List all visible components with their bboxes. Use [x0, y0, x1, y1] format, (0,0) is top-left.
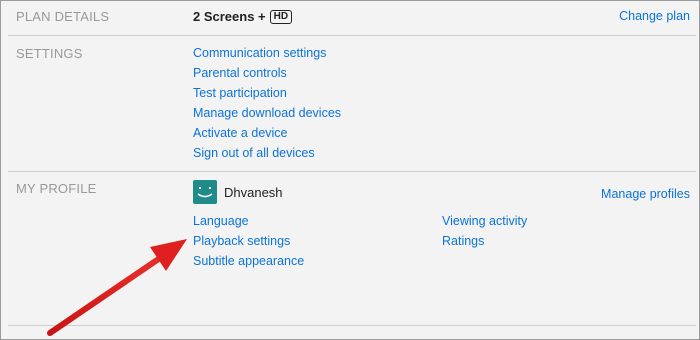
profile-name: Dhvanesh [224, 185, 283, 200]
manage-download-devices-link[interactable]: Manage download devices [193, 106, 341, 120]
smiley-avatar-icon [197, 187, 213, 198]
test-participation-link[interactable]: Test participation [193, 86, 287, 100]
page-frame [0, 0, 700, 340]
my-profile-label: MY PROFILE [16, 181, 97, 196]
sign-out-all-devices-link[interactable]: Sign out of all devices [193, 146, 315, 160]
settings-label: SETTINGS [16, 46, 83, 61]
subtitle-appearance-link[interactable]: Subtitle appearance [193, 254, 304, 268]
viewing-activity-link[interactable]: Viewing activity [442, 214, 527, 228]
parental-controls-link[interactable]: Parental controls [193, 66, 287, 80]
divider-profile [8, 325, 696, 326]
language-link[interactable]: Language [193, 214, 249, 228]
divider-plan [8, 35, 696, 36]
divider-settings [8, 171, 696, 172]
hd-badge: HD [269, 9, 293, 24]
plan-value: 2 Screens + HD [193, 9, 293, 24]
avatar[interactable] [193, 180, 217, 204]
plan-details-label: PLAN DETAILS [16, 9, 110, 24]
ratings-link[interactable]: Ratings [442, 234, 484, 248]
playback-settings-link[interactable]: Playback settings [193, 234, 290, 248]
change-plan-link[interactable]: Change plan [619, 9, 690, 23]
plan-screens: 2 Screens + [193, 9, 266, 24]
activate-device-link[interactable]: Activate a device [193, 126, 288, 140]
manage-profiles-link[interactable]: Manage profiles [601, 187, 690, 201]
communication-settings-link[interactable]: Communication settings [193, 46, 326, 60]
